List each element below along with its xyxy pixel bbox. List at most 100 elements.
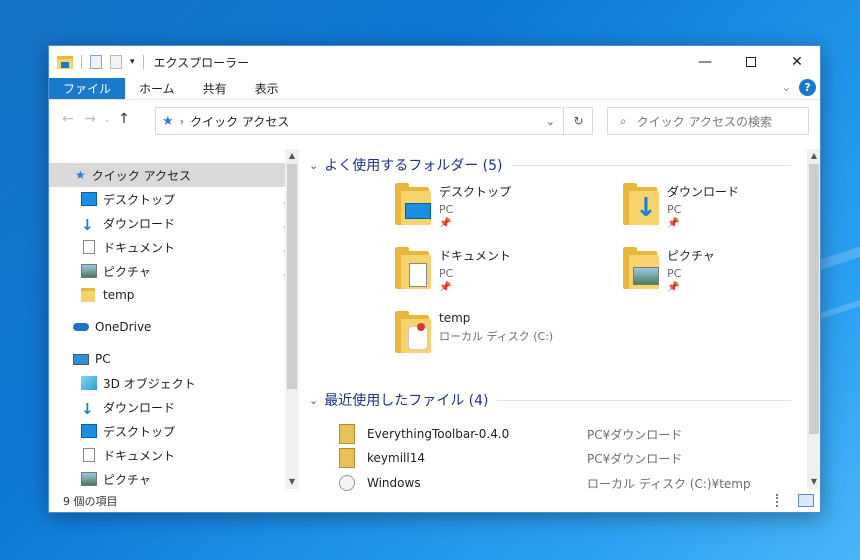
nav-label: OneDrive xyxy=(95,320,152,334)
details-view-icon[interactable] xyxy=(776,494,792,507)
folder-icon xyxy=(81,288,95,302)
nav-item-pc-desktop[interactable]: デスクトップ xyxy=(49,419,299,443)
scroll-up-icon[interactable]: ▲ xyxy=(285,149,299,163)
folder-tile-downloads[interactable]: ↓ ダウンロード PC 📌 xyxy=(621,183,739,229)
search-icon: ⌕ xyxy=(620,113,627,128)
close-button[interactable]: ✕ xyxy=(774,46,820,78)
download-icon: ↓ xyxy=(81,216,94,234)
customize-toolbar-icon[interactable]: ▾ xyxy=(130,57,135,67)
tab-share[interactable]: 共有 xyxy=(189,78,241,99)
scroll-down-icon[interactable]: ▼ xyxy=(807,475,820,489)
tile-name: ピクチャ xyxy=(667,249,715,263)
tile-name: ドキュメント xyxy=(439,249,512,263)
address-bar[interactable]: ★ › クイック アクセス ⌄ xyxy=(155,107,564,135)
nav-item-documents[interactable]: ドキュメント 📌 xyxy=(49,235,299,259)
pin-icon: 📌 xyxy=(439,218,452,229)
expand-ribbon-icon[interactable]: ⌄ xyxy=(782,81,791,94)
maximize-button[interactable] xyxy=(728,46,774,78)
navigation-pane: ★ クイック アクセス デスクトップ 📌 ↓ ダウンロード 📌 ドキュメント 📌… xyxy=(49,149,299,489)
folder-tile-desktop[interactable]: デスクトップ PC 📌 xyxy=(393,183,511,229)
minimize-button[interactable]: — xyxy=(682,46,728,78)
view-buttons xyxy=(776,494,814,507)
help-icon[interactable]: ? xyxy=(799,79,816,96)
pictures-icon xyxy=(81,472,97,486)
recent-file-row[interactable]: keymill14 PC¥ダウンロード xyxy=(339,446,769,470)
pin-icon: 📌 xyxy=(667,218,680,229)
nav-label: ドキュメント xyxy=(103,240,176,255)
folder-tile-temp[interactable]: temp ローカル ディスク (C:) xyxy=(393,311,553,355)
toolbar-separator xyxy=(142,55,144,69)
downloads-folder-icon: ↓ xyxy=(621,183,661,227)
ribbon-right: ⌄ ? xyxy=(782,79,816,96)
nav-item-desktop[interactable]: デスクトップ 📌 xyxy=(49,187,299,211)
nav-label: クイック アクセス xyxy=(91,168,191,183)
breadcrumb-chevron-icon[interactable]: › xyxy=(180,115,184,128)
large-icons-view-icon[interactable] xyxy=(798,494,814,507)
nav-label: デスクトップ xyxy=(103,192,176,207)
download-icon: ↓ xyxy=(81,400,94,418)
nav-item-temp[interactable]: temp xyxy=(49,283,299,307)
new-folder-icon[interactable] xyxy=(110,55,122,69)
scroll-up-icon[interactable]: ▲ xyxy=(807,149,820,163)
document-icon xyxy=(83,240,95,254)
search-input[interactable]: ⌕ クイック アクセスの検索 xyxy=(607,107,809,135)
tab-view[interactable]: 表示 xyxy=(241,78,293,99)
nav-label: ダウンロード xyxy=(103,400,176,415)
address-dropdown-icon[interactable]: ⌄ xyxy=(546,115,555,128)
content-scroll-thumb[interactable] xyxy=(809,164,819,434)
forward-arrow-icon[interactable]: → xyxy=(79,111,101,127)
nav-item-3d-objects[interactable]: 3D オブジェクト xyxy=(49,371,299,395)
recent-file-name: keymill14 xyxy=(367,451,425,465)
frequent-folders-header[interactable]: ⌄ よく使用するフォルダー (5) xyxy=(309,153,799,177)
item-count: 9 個の項目 xyxy=(63,495,118,508)
zip-file-icon xyxy=(339,424,355,444)
properties-icon[interactable] xyxy=(90,55,102,69)
quick-access-toolbar: ▾ xyxy=(49,55,148,69)
nav-label: デスクトップ xyxy=(103,424,176,439)
ribbon-tabs: ファイル ホーム 共有 表示 ⌄ ? xyxy=(49,78,820,100)
nav-quick-access[interactable]: ★ クイック アクセス xyxy=(49,163,285,187)
recent-locations-icon[interactable]: ⌄ xyxy=(101,115,113,124)
pin-icon: 📌 xyxy=(439,282,452,293)
back-arrow-icon[interactable]: ← xyxy=(57,111,79,127)
recent-file-path: PC¥ダウンロード xyxy=(587,427,683,442)
pictures-folder-icon xyxy=(621,247,661,291)
recent-files-header[interactable]: ⌄ 最近使用したファイル (4) xyxy=(309,388,799,412)
tab-file[interactable]: ファイル xyxy=(49,78,126,99)
nav-item-pc-pictures[interactable]: ピクチャ xyxy=(49,467,299,489)
address-path[interactable]: クイック アクセス xyxy=(190,113,289,130)
computer-icon xyxy=(73,353,89,365)
recent-file-path: PC¥ダウンロード xyxy=(587,451,683,466)
tile-name: デスクトップ xyxy=(439,185,512,199)
cube-icon xyxy=(81,376,97,390)
nav-item-pc-documents[interactable]: ドキュメント xyxy=(49,443,299,467)
tile-location: PC xyxy=(439,267,454,280)
nav-item-pc-downloads[interactable]: ↓ ダウンロード xyxy=(49,395,299,419)
collapse-chevron-icon[interactable]: ⌄ xyxy=(309,159,318,172)
folder-tile-documents[interactable]: ドキュメント PC 📌 xyxy=(393,247,511,293)
scroll-down-icon[interactable]: ▼ xyxy=(285,475,299,489)
tab-home[interactable]: ホーム xyxy=(125,78,189,99)
nav-pc[interactable]: PC xyxy=(49,347,299,371)
recent-file-name: Windows xyxy=(367,476,421,490)
nav-scroll-thumb[interactable] xyxy=(287,164,297,389)
refresh-button[interactable]: ↻ xyxy=(565,107,593,135)
document-icon xyxy=(83,448,95,462)
tile-location: PC xyxy=(667,203,682,216)
nav-label: PC xyxy=(95,352,111,366)
folder-tile-pictures[interactable]: ピクチャ PC 📌 xyxy=(621,247,715,293)
desktop-folder-icon xyxy=(393,183,433,227)
title-bar: ▾ エクスプローラー — ✕ xyxy=(49,46,820,78)
nav-onedrive[interactable]: OneDrive xyxy=(49,315,299,339)
group-divider xyxy=(510,164,791,166)
nav-label: ピクチャ xyxy=(103,264,151,279)
recent-file-row[interactable]: EverythingToolbar-0.4.0 PC¥ダウンロード xyxy=(339,422,769,446)
up-arrow-icon[interactable]: ↑ xyxy=(113,111,135,127)
collapse-chevron-icon[interactable]: ⌄ xyxy=(309,394,318,407)
desktop-icon xyxy=(81,424,97,438)
pin-icon: 📌 xyxy=(667,282,680,293)
nav-item-pictures[interactable]: ピクチャ 📌 xyxy=(49,259,299,283)
nav-label: temp xyxy=(103,288,135,302)
nav-item-downloads[interactable]: ↓ ダウンロード 📌 xyxy=(49,211,299,235)
nav-label: ドキュメント xyxy=(103,448,176,463)
